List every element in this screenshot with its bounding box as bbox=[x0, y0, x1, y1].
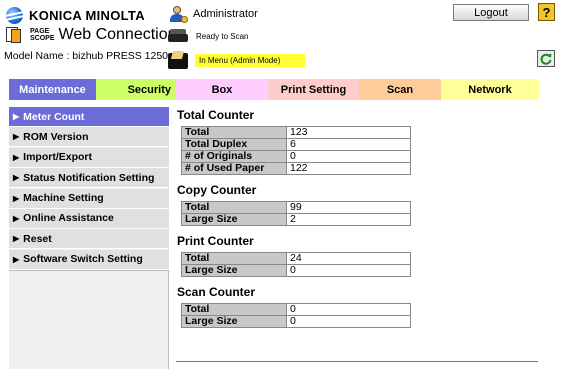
product-logo: PAGE SCOPE Web Connection bbox=[6, 25, 177, 45]
table-row: Total 99 bbox=[181, 201, 411, 214]
row-value: 123 bbox=[286, 126, 411, 139]
print-counter-table: Total 24 Large Size 0 bbox=[181, 252, 411, 277]
copy-counter-table: Total 99 Large Size 2 bbox=[181, 201, 411, 226]
table-row: Total Duplex 6 bbox=[181, 138, 411, 151]
meter-count-panel: Total Counter Total 123 Total Duplex 6 # o… bbox=[176, 107, 538, 335]
section-title-scan-counter: Scan Counter bbox=[177, 285, 256, 299]
row-label: Total Duplex bbox=[181, 138, 287, 151]
tab-box[interactable]: Box bbox=[176, 79, 268, 100]
arrow-right-icon: ▶ bbox=[13, 234, 20, 244]
sidebar-item-label: Import/Export bbox=[23, 151, 92, 164]
sidebar-item-label: Meter Count bbox=[23, 110, 85, 123]
main-tabs: Maintenance Security Box Print Setting S… bbox=[9, 79, 539, 100]
refresh-icon bbox=[540, 53, 552, 65]
sidebar: ▶ Meter Count ▶ ROM Version ▶ Import/Export… bbox=[9, 107, 169, 369]
sidebar-item-online-assistance[interactable]: ▶ Online Assistance bbox=[9, 208, 169, 229]
administrator-icon bbox=[168, 6, 188, 23]
arrow-right-icon: ▶ bbox=[13, 254, 20, 264]
scan-counter-table: Total 0 Large Size 0 bbox=[181, 303, 411, 328]
pagescope-icon bbox=[6, 26, 28, 44]
sidebar-item-status-notification[interactable]: ▶ Status Notification Setting bbox=[9, 168, 169, 189]
sidebar-item-label: ROM Version bbox=[23, 130, 89, 143]
table-row: Large Size 0 bbox=[181, 264, 411, 277]
row-value: 0 bbox=[286, 150, 411, 163]
table-row: Large Size 2 bbox=[181, 213, 411, 226]
device-status: Ready to Scan bbox=[168, 29, 248, 43]
brand-logo: KONICA MINOLTA bbox=[6, 6, 156, 24]
sidebar-item-rom-version[interactable]: ▶ ROM Version bbox=[9, 127, 169, 148]
tab-network[interactable]: Network bbox=[441, 79, 539, 100]
sidebar-item-label: Machine Setting bbox=[23, 192, 104, 205]
printer-status-icon bbox=[168, 29, 188, 43]
table-row: Large Size 0 bbox=[181, 315, 411, 328]
row-label: Total bbox=[181, 201, 287, 214]
sidebar-item-software-switch[interactable]: ▶ Software Switch Setting bbox=[9, 249, 169, 270]
row-label: Large Size bbox=[181, 315, 287, 328]
arrow-right-icon: ▶ bbox=[13, 193, 20, 203]
logout-button[interactable]: Logout bbox=[453, 4, 529, 21]
sidebar-divider bbox=[9, 270, 169, 271]
mode-status: In Menu (Admin Mode) bbox=[168, 51, 305, 69]
table-row: Total 123 bbox=[181, 126, 411, 139]
product-name: Web Connection bbox=[58, 26, 177, 43]
row-label: # of Originals bbox=[181, 150, 287, 163]
sidebar-item-import-export[interactable]: ▶ Import/Export bbox=[9, 147, 169, 168]
row-label: Large Size bbox=[181, 264, 287, 277]
row-label: Total bbox=[181, 252, 287, 265]
pagescope-small-bottom: SCOPE bbox=[30, 35, 55, 42]
pagescope-small-top: PAGE bbox=[30, 28, 50, 35]
table-row: # of Used Paper 122 bbox=[181, 162, 411, 175]
arrow-right-icon: ▶ bbox=[13, 173, 20, 183]
tab-security[interactable]: Security bbox=[96, 79, 176, 100]
help-button[interactable]: ? bbox=[538, 3, 555, 21]
status-ready-text: Ready to Scan bbox=[196, 31, 249, 41]
row-value: 0 bbox=[286, 264, 411, 277]
section-title-total-counter: Total Counter bbox=[177, 108, 255, 122]
sidebar-item-machine-setting[interactable]: ▶ Machine Setting bbox=[9, 188, 169, 209]
total-counter-table: Total 123 Total Duplex 6 # of Originals 0 #… bbox=[181, 126, 411, 175]
section-title-print-counter: Print Counter bbox=[177, 234, 254, 248]
sidebar-item-reset[interactable]: ▶ Reset bbox=[9, 229, 169, 250]
row-value: 6 bbox=[286, 138, 411, 151]
user-info: Administrator bbox=[168, 6, 258, 23]
refresh-button[interactable] bbox=[537, 50, 555, 67]
arrow-right-icon: ▶ bbox=[13, 213, 20, 223]
row-label: Large Size bbox=[181, 213, 287, 226]
tab-maintenance[interactable]: Maintenance bbox=[9, 79, 96, 100]
row-value: 99 bbox=[286, 201, 411, 214]
user-name: Administrator bbox=[193, 8, 258, 20]
tab-print-setting[interactable]: Print Setting bbox=[268, 79, 359, 100]
arrow-right-icon: ▶ bbox=[13, 152, 20, 162]
arrow-right-icon: ▶ bbox=[13, 112, 20, 121]
table-row: Total 24 bbox=[181, 252, 411, 265]
table-row: Total 0 bbox=[181, 303, 411, 316]
tab-scan[interactable]: Scan bbox=[359, 79, 441, 100]
brand-name: KONICA MINOLTA bbox=[29, 7, 145, 23]
row-value: 122 bbox=[286, 162, 411, 175]
row-value: 24 bbox=[286, 252, 411, 265]
sidebar-item-label: Status Notification Setting bbox=[23, 171, 155, 184]
table-row: # of Originals 0 bbox=[181, 150, 411, 163]
row-label: # of Used Paper bbox=[181, 162, 287, 175]
device-menu-icon bbox=[168, 51, 188, 69]
arrow-right-icon: ▶ bbox=[13, 132, 20, 142]
row-value: 0 bbox=[286, 303, 411, 316]
row-label: Total bbox=[181, 126, 287, 139]
content-divider bbox=[176, 361, 538, 362]
sidebar-item-label: Reset bbox=[23, 232, 52, 245]
section-title-copy-counter: Copy Counter bbox=[177, 183, 257, 197]
row-value: 0 bbox=[286, 315, 411, 328]
row-value: 2 bbox=[286, 213, 411, 226]
row-label: Total bbox=[181, 303, 287, 316]
sidebar-item-meter-count[interactable]: ▶ Meter Count bbox=[9, 107, 169, 127]
status-badge: In Menu (Admin Mode) bbox=[195, 53, 305, 67]
model-name: Model Name : bizhub PRESS 1250 bbox=[4, 50, 169, 62]
sidebar-item-label: Online Assistance bbox=[23, 212, 114, 225]
sidebar-item-label: Software Switch Setting bbox=[23, 253, 143, 266]
globe-logo-icon bbox=[6, 6, 23, 24]
